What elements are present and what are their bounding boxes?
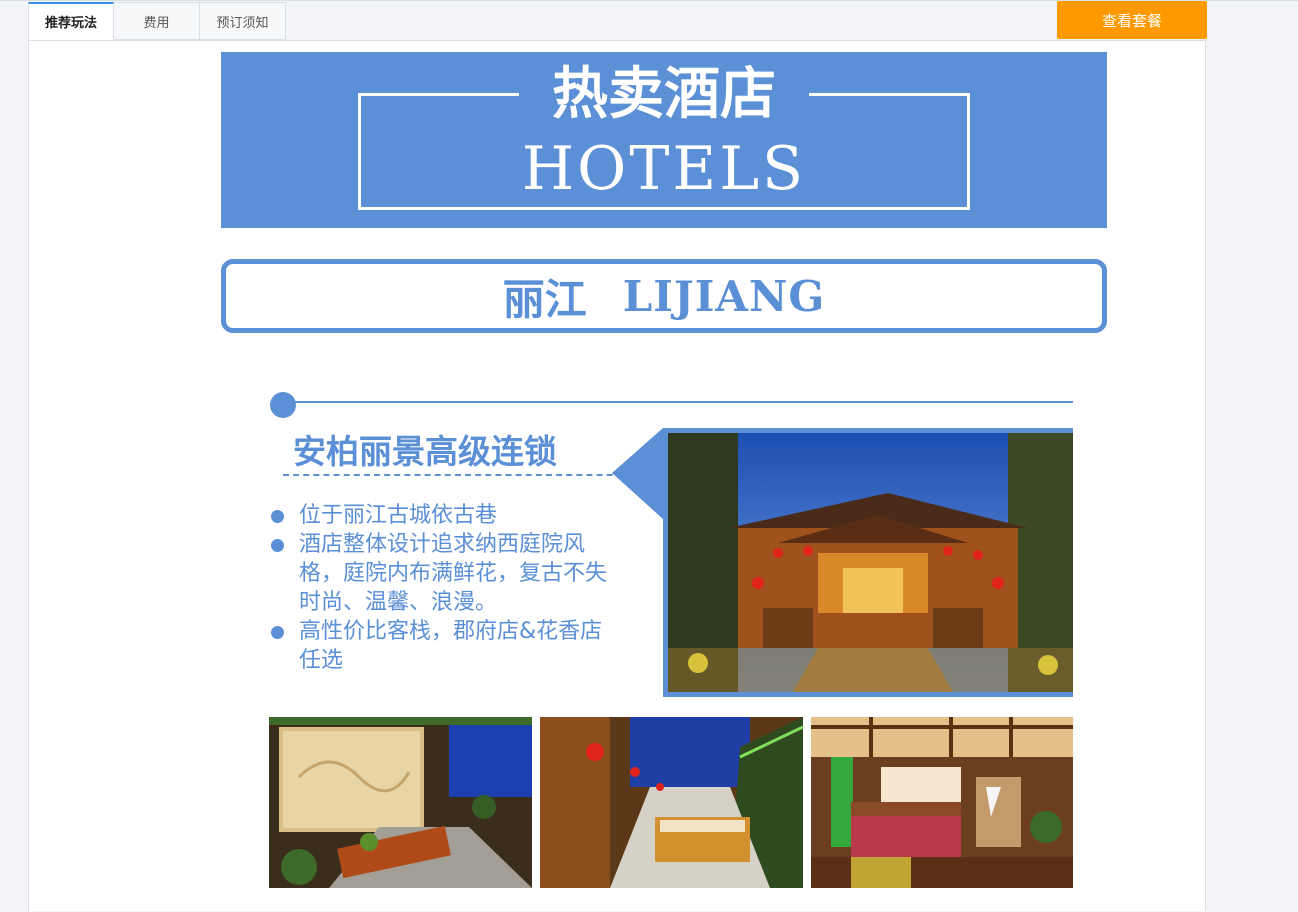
- hotel-main-photo: [663, 428, 1073, 697]
- city-name-en: LIJIANG: [622, 271, 826, 321]
- hotel-name-underline: [283, 474, 643, 476]
- tab-fees[interactable]: 费用: [114, 2, 200, 40]
- banner-title-cn: 热卖酒店: [519, 60, 809, 130]
- feature-item: 酒店整体设计追求纳西庭院风格，庭院内布满鲜花，复古不失时尚、温馨、浪漫。: [269, 530, 614, 617]
- hotels-banner: 热卖酒店 HOTELS: [221, 52, 1107, 228]
- feature-item: 位于丽江古城依古巷: [269, 501, 614, 530]
- tab-bar: 推荐玩法 费用 预订须知: [28, 2, 286, 41]
- view-packages-button[interactable]: 查看套餐: [1057, 1, 1207, 39]
- corridor-lanterns-photo: [540, 717, 803, 888]
- section-dot: [270, 392, 296, 418]
- city-heading: 丽江 LIJIANG: [221, 259, 1107, 333]
- feature-item: 高性价比客栈，郡府店&花香店任选: [269, 617, 614, 675]
- section-line: [283, 401, 1073, 403]
- content-panel: 热卖酒店 HOTELS 丽江 LIJIANG 安柏丽景高级连锁 位于丽江古城依古…: [28, 40, 1206, 911]
- bullet-dot: [271, 539, 284, 552]
- bullet-dot: [271, 626, 284, 639]
- hotel-features: 位于丽江古城依古巷 酒店整体设计追求纳西庭院风格，庭院内布满鲜花，复古不失时尚、…: [269, 501, 614, 675]
- city-name-cn: 丽江: [502, 274, 587, 324]
- guest-room-photo: [811, 717, 1073, 888]
- bullet-dot: [271, 510, 284, 523]
- tab-recommended[interactable]: 推荐玩法: [28, 2, 114, 40]
- hotel-name: 安柏丽景高级连锁: [293, 432, 557, 471]
- banner-title-en: HOTELS: [521, 134, 807, 204]
- courtyard-mural-photo: [269, 717, 532, 888]
- tab-booking-notes[interactable]: 预订须知: [200, 2, 286, 40]
